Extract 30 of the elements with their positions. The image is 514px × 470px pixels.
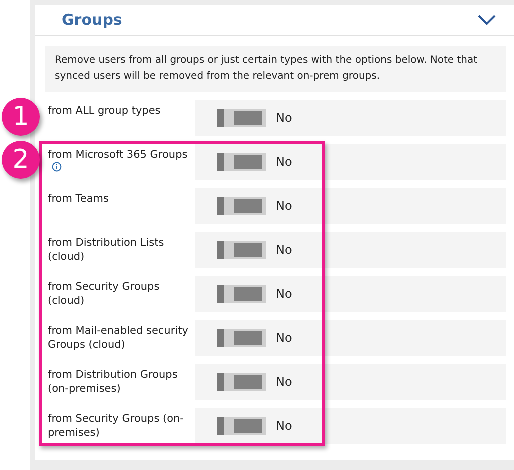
toggle-switch[interactable] xyxy=(217,197,266,215)
toggle-switch[interactable] xyxy=(217,417,266,435)
toggle-value: No xyxy=(276,242,292,259)
option-label: from Microsoft 365 Groups xyxy=(45,144,195,180)
option-label: from Security Groups (on-premises) xyxy=(47,412,185,441)
info-icon[interactable] xyxy=(52,162,62,172)
option-label: from Security Groups (cloud) xyxy=(47,280,161,309)
panel-header[interactable]: Groups xyxy=(35,5,514,36)
option-label: from Distribution Groups (on-premises) xyxy=(47,368,179,397)
option-label: from ALL group types xyxy=(47,104,162,119)
toggle-switch[interactable] xyxy=(217,285,266,303)
toggle-switch[interactable] xyxy=(217,373,266,391)
option-label: from Distribution Lists (cloud) xyxy=(47,236,166,265)
toggle-switch[interactable] xyxy=(217,109,266,127)
toggle-value: No xyxy=(276,198,292,215)
toggle-switch[interactable] xyxy=(217,329,266,347)
toggle-value: No xyxy=(276,418,292,435)
toggle-value: No xyxy=(276,154,292,171)
toggle-value: No xyxy=(276,286,292,303)
option-label: from Teams xyxy=(47,192,110,207)
chevron-down-icon[interactable] xyxy=(478,14,496,26)
toggle-value: No xyxy=(276,330,292,347)
toggle-value: No xyxy=(276,110,292,127)
toggle-value: No xyxy=(276,374,292,391)
callout-number: 1 xyxy=(2,98,40,136)
info-text: Remove users from all groups or just certain types with the options below. Note that synced users will be removed from the relevant on-prem groups. xyxy=(45,46,506,92)
callout-number: 2 xyxy=(2,141,40,179)
toggle-switch[interactable] xyxy=(217,153,266,171)
toggle-switch[interactable] xyxy=(217,241,266,259)
option-label: from Mail-enabled security Groups (cloud) xyxy=(47,324,190,353)
